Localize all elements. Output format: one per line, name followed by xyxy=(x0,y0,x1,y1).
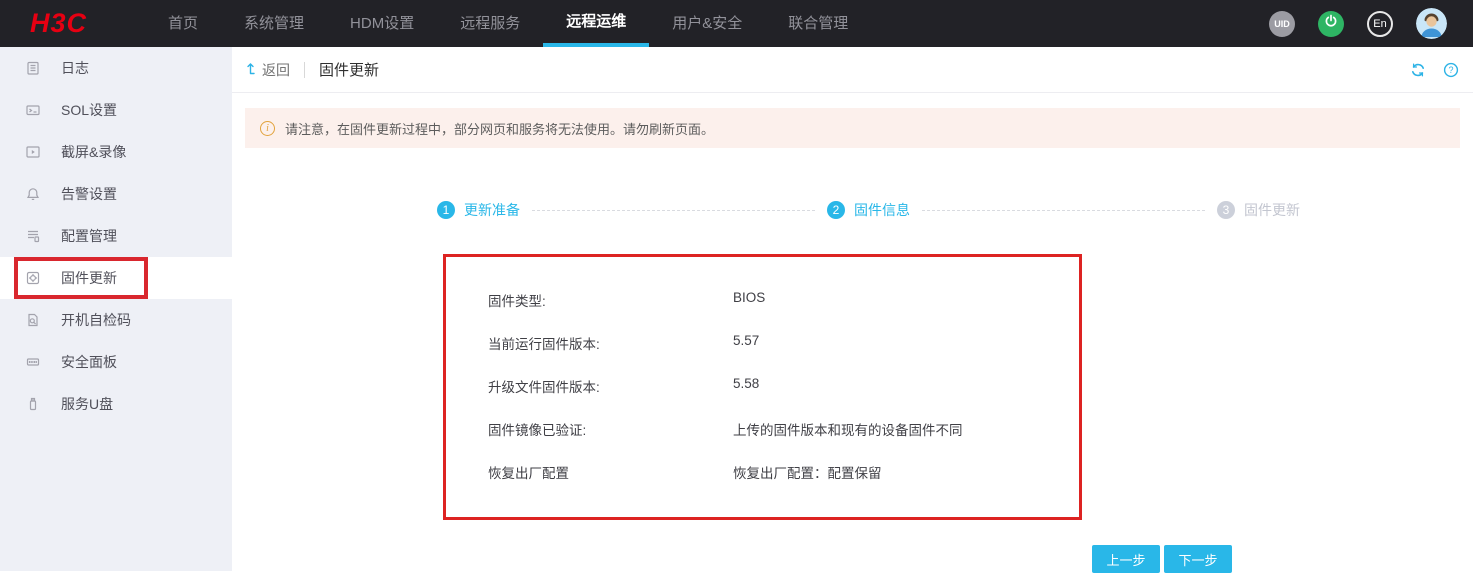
config-icon xyxy=(24,228,41,245)
sidebar-item-label: 安全面板 xyxy=(61,352,117,372)
sidebar-item-label: 告警设置 xyxy=(61,184,117,204)
avatar[interactable] xyxy=(1416,8,1447,39)
nav-tab-home[interactable]: 首页 xyxy=(145,0,221,47)
sidebar-item-label: 服务U盘 xyxy=(61,394,113,414)
h3c-logo[interactable]: H3C xyxy=(30,0,87,47)
firmware-info-panel: 固件类型: BIOS 当前运行固件版本: 5.57 升级文件固件版本: 5.58… xyxy=(443,254,1082,520)
sidebar-item-label: 固件更新 xyxy=(61,268,117,288)
help-icon[interactable]: ? xyxy=(1443,62,1459,78)
detail-row-upgrade-version: 升级文件固件版本: 5.58 xyxy=(488,376,1059,396)
step-firmware-info: 2 固件信息 xyxy=(827,200,910,220)
stepper: 1 更新准备 2 固件信息 3 固件更新 xyxy=(437,200,1300,220)
step-connector xyxy=(532,210,815,211)
header-divider xyxy=(304,62,305,78)
log-icon xyxy=(24,60,41,77)
previous-step-button[interactable]: 上一步 xyxy=(1092,545,1160,573)
detail-label: 恢复出厂配置 xyxy=(488,462,733,482)
sidebar-item-label: 配置管理 xyxy=(61,226,117,246)
nav-tab-remote-ops[interactable]: 远程运维 xyxy=(543,0,649,47)
detail-label: 固件镜像已验证: xyxy=(488,419,733,439)
nav-tab-federation[interactable]: 联合管理 xyxy=(765,0,871,47)
back-label: 返回 xyxy=(262,60,290,80)
sidebar-item-service-usb[interactable]: 服务U盘 xyxy=(0,383,232,425)
language-badge[interactable]: En xyxy=(1367,11,1393,37)
sidebar-item-label: 开机自检码 xyxy=(61,310,131,330)
nav-tabs: 首页 系统管理 HDM设置 远程服务 远程运维 用户&安全 联合管理 xyxy=(145,0,871,47)
sidebar-item-config[interactable]: 配置管理 xyxy=(0,215,232,257)
notice-text: 请注意，在固件更新过程中，部分网页和服务将无法使用。请勿刷新页面。 xyxy=(285,119,714,138)
post-code-icon xyxy=(24,312,41,329)
alarm-icon xyxy=(24,186,41,203)
sidebar-item-label: 截屏&录像 xyxy=(61,142,126,162)
power-button[interactable] xyxy=(1318,11,1344,37)
page-title: 固件更新 xyxy=(319,59,379,80)
sidebar-item-label: 日志 xyxy=(61,58,89,78)
page-header: 返回 固件更新 ? xyxy=(232,47,1473,93)
sidebar: 日志 SOL设置 截屏&录像 告警设置 配置管理 固件更新 开机自 xyxy=(0,47,232,571)
detail-label: 升级文件固件版本: xyxy=(488,376,733,396)
uid-badge[interactable]: UID xyxy=(1269,11,1295,37)
detail-value: 5.58 xyxy=(733,376,1059,396)
nav-tab-hdm[interactable]: HDM设置 xyxy=(327,0,437,47)
step-label: 固件信息 xyxy=(854,200,910,220)
step-update-prepare: 1 更新准备 xyxy=(437,200,520,220)
security-panel-icon xyxy=(24,354,41,371)
firmware-icon xyxy=(24,270,41,287)
step-firmware-update: 3 固件更新 xyxy=(1217,200,1300,220)
step-number: 2 xyxy=(827,201,845,219)
nav-tab-user-security[interactable]: 用户&安全 xyxy=(649,0,765,47)
usb-icon xyxy=(24,396,41,413)
sidebar-item-firmware-update[interactable]: 固件更新 xyxy=(0,257,232,299)
main-content: 返回 固件更新 ? i 请注意，在固件更新过程中，部分网页和服务将无法使用。请勿… xyxy=(232,47,1473,571)
sidebar-item-log[interactable]: 日志 xyxy=(0,47,232,89)
step-number: 1 xyxy=(437,201,455,219)
wizard-actions: 上一步 下一步 xyxy=(1092,545,1473,573)
sidebar-item-sol[interactable]: SOL设置 xyxy=(0,89,232,131)
sidebar-item-post-code[interactable]: 开机自检码 xyxy=(0,299,232,341)
navbar-right: UID En xyxy=(1269,0,1447,47)
back-arrow-icon xyxy=(246,61,257,78)
detail-value: 上传的固件版本和现有的设备固件不同 xyxy=(733,419,1059,439)
next-step-button[interactable]: 下一步 xyxy=(1164,545,1232,573)
back-button[interactable]: 返回 xyxy=(246,60,290,80)
detail-row-image-verified: 固件镜像已验证: 上传的固件版本和现有的设备固件不同 xyxy=(488,419,1059,439)
detail-row-current-version: 当前运行固件版本: 5.57 xyxy=(488,333,1059,353)
detail-value: BIOS xyxy=(733,290,1059,310)
svg-text:?: ? xyxy=(1448,65,1453,75)
detail-row-firmware-type: 固件类型: BIOS xyxy=(488,290,1059,310)
sidebar-item-screen-record[interactable]: 截屏&录像 xyxy=(0,131,232,173)
header-actions: ? xyxy=(1410,62,1459,78)
sidebar-item-alarm[interactable]: 告警设置 xyxy=(0,173,232,215)
step-connector xyxy=(922,210,1205,211)
detail-label: 当前运行固件版本: xyxy=(488,333,733,353)
detail-label: 固件类型: xyxy=(488,290,733,310)
top-navbar: H3C 首页 系统管理 HDM设置 远程服务 远程运维 用户&安全 联合管理 U… xyxy=(0,0,1473,47)
power-icon xyxy=(1324,14,1338,33)
step-label: 更新准备 xyxy=(464,200,520,220)
sidebar-item-security-panel[interactable]: 安全面板 xyxy=(0,341,232,383)
refresh-icon[interactable] xyxy=(1410,62,1426,78)
info-icon: i xyxy=(260,121,275,136)
detail-row-factory-reset: 恢复出厂配置 恢复出厂配置：配置保留 xyxy=(488,462,1059,482)
detail-value: 5.57 xyxy=(733,333,1059,353)
detail-value: 恢复出厂配置：配置保留 xyxy=(733,462,1059,482)
sidebar-item-label: SOL设置 xyxy=(61,100,117,120)
step-number: 3 xyxy=(1217,201,1235,219)
sol-icon xyxy=(24,102,41,119)
nav-tab-system[interactable]: 系统管理 xyxy=(221,0,327,47)
step-label: 固件更新 xyxy=(1244,200,1300,220)
screen-record-icon xyxy=(24,144,41,161)
nav-tab-remote-service[interactable]: 远程服务 xyxy=(437,0,543,47)
notice-banner: i 请注意，在固件更新过程中，部分网页和服务将无法使用。请勿刷新页面。 xyxy=(245,108,1460,148)
